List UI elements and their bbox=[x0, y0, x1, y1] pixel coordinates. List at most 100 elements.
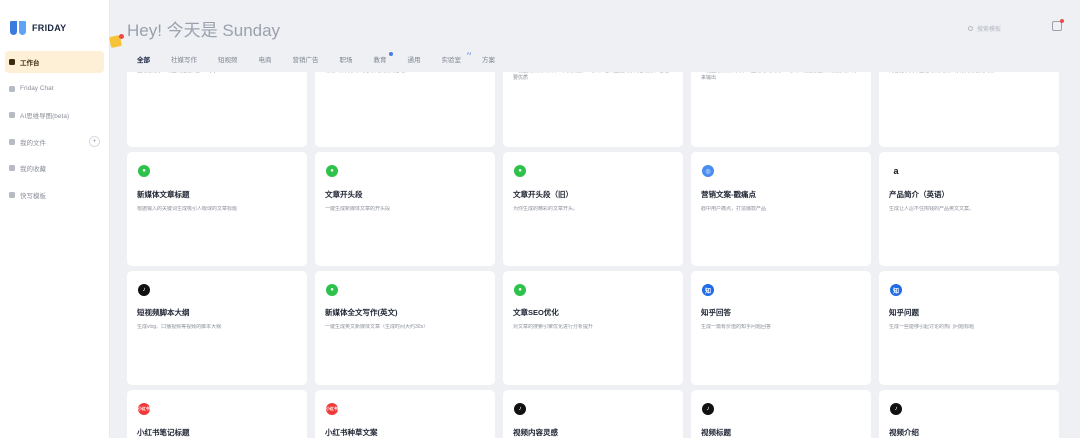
card-title: 产品简介（英语） bbox=[889, 190, 949, 199]
card-description: 为你生成的精彩的文章开头。 bbox=[513, 206, 579, 212]
search-input[interactable]: 搜索模板 bbox=[968, 22, 1032, 34]
page-greeting: Hey! 今天是 Sunday bbox=[127, 21, 281, 40]
template-card[interactable]: 生成适用于AI绘画的描述词(prompt) bbox=[127, 72, 307, 147]
sidebar-nav: 工作台 Friday Chat AI思维导图(beta) 我的文件 + 我的收藏… bbox=[0, 51, 109, 206]
template-card[interactable]: 一键生成新媒体文章（生成时间大约 30 秒）。请提前选择所需要的，再来输出 bbox=[691, 72, 871, 147]
template-card[interactable]: ● 文章开头段一键生成新媒体文章的开头段 bbox=[315, 152, 495, 266]
card-description: 生成vlog、口播视频等视频的脚本大纲 bbox=[137, 324, 222, 330]
tab-short-video[interactable]: 短视频 bbox=[218, 54, 238, 64]
template-card[interactable]: ♪ 视频介绍 bbox=[879, 390, 1059, 438]
friday-logo-icon bbox=[10, 21, 26, 35]
template-card[interactable]: 小红书小红书种草文案 bbox=[315, 390, 495, 438]
card-title: 视频标题 bbox=[701, 428, 731, 437]
template-card[interactable]: 内容提示文章主题的新文案，将有其段落式大纲 bbox=[879, 72, 1059, 147]
star-icon bbox=[9, 165, 15, 171]
tiktok-icon: ♪ bbox=[890, 403, 902, 415]
xiaohongshu-icon: 小红书 bbox=[138, 403, 150, 415]
main-content: Hey! 今天是 Sunday 搜索模板 全部 社媒写作 短视频 电商 营销广告… bbox=[110, 0, 1080, 438]
sidebar-item-label: Friday Chat bbox=[20, 85, 54, 92]
wechat-icon: ● bbox=[138, 165, 150, 177]
sidebar-item-workbench[interactable]: 工作台 bbox=[5, 51, 104, 73]
card-description: 一键生成新媒体文章（生成时间大约 30 秒）。请提前选择所需要的，再来输出 bbox=[701, 72, 857, 81]
template-card[interactable]: ♪ 视频标题 bbox=[691, 390, 871, 438]
wechat-icon: ● bbox=[514, 165, 526, 177]
card-description: 生成让人忍不住掏钱的产品英文文案。 bbox=[889, 206, 975, 212]
folder-icon bbox=[9, 138, 15, 145]
tab-lab[interactable]: 实验室 AI bbox=[442, 51, 472, 64]
card-title: 新媒体文章标题 bbox=[137, 190, 190, 199]
card-title: 新媒体全文写作(英文) bbox=[325, 308, 398, 317]
zhihu-icon: 知 bbox=[890, 284, 902, 296]
sidebar-item-label: AI思维导图(beta) bbox=[20, 113, 70, 120]
sidebar-item-templates[interactable]: 快写模板 bbox=[5, 184, 104, 206]
sidebar-item-favorites[interactable]: 我的收藏 bbox=[5, 157, 104, 179]
card-title: 文章开头段 bbox=[325, 190, 363, 199]
template-card[interactable]: ● 文章SEO优化对文章的搜索引擎优化进行分析提升 bbox=[503, 271, 683, 385]
template-card[interactable]: a 产品简介（英语） 生成让人忍不住掏钱的产品英文文案。 bbox=[879, 152, 1059, 266]
tab-social[interactable]: 社媒写作 bbox=[171, 54, 197, 64]
card-description: 一键生成新媒体文章的开头段 bbox=[325, 206, 391, 212]
home-icon bbox=[9, 59, 15, 65]
chat-icon bbox=[9, 85, 15, 92]
tiktok-icon: ♪ bbox=[514, 403, 526, 415]
sidebar: FRIDAY 工作台 Friday Chat AI思维导图(beta) 我的文件… bbox=[0, 0, 110, 438]
tiktok-icon: ♪ bbox=[138, 284, 150, 296]
tab-workplace[interactable]: 职场 bbox=[340, 54, 353, 64]
sidebar-item-friday-chat[interactable]: Friday Chat bbox=[5, 78, 104, 100]
sidebar-item-label: 工作台 bbox=[20, 60, 40, 67]
search-icon bbox=[968, 25, 973, 31]
card-description: 一键生成新媒体文章（大约需要 20 秒）。也大至提问于内容最好，已经要优质 bbox=[513, 72, 669, 81]
wechat-icon: ● bbox=[514, 284, 526, 296]
sidebar-item-mindmap[interactable]: AI思维导图(beta) bbox=[5, 104, 104, 126]
template-card[interactable]: ● 新媒体全文写作(英文) 一键生成英文新媒体文章（生成时间大约30s） bbox=[315, 271, 495, 385]
logo[interactable]: FRIDAY bbox=[0, 0, 109, 40]
template-card[interactable]: 小红书小红书笔记标题 bbox=[127, 390, 307, 438]
card-title: 营销文案-戳痛点 bbox=[701, 190, 756, 199]
tab-general[interactable]: 通用 bbox=[408, 54, 421, 64]
xiaohongshu-icon: 小红书 bbox=[326, 403, 338, 415]
card-description: 生成一些能够引起讨论的热门问题标题 bbox=[889, 324, 975, 330]
tab-all[interactable]: 全部 bbox=[137, 54, 150, 64]
template-card[interactable]: ♪ 视频内容灵感 bbox=[503, 390, 683, 438]
add-file-button[interactable]: + bbox=[89, 136, 100, 147]
sidebar-item-my-files[interactable]: 我的文件 + bbox=[5, 131, 104, 153]
card-description: 对文章的搜索引擎优化进行分析提升 bbox=[513, 324, 594, 330]
new-badge-icon bbox=[388, 52, 393, 56]
card-title: 小红书种草文案 bbox=[325, 428, 378, 437]
search-placeholder: 搜索模板 bbox=[977, 26, 1002, 33]
template-icon bbox=[9, 191, 15, 198]
tab-marketing[interactable]: 营销广告 bbox=[293, 54, 319, 64]
wechat-icon: ● bbox=[326, 284, 338, 296]
template-card[interactable]: ● 新媒体文章标题根据输入的关键词生成吸引人眼球的文章标题 bbox=[127, 152, 307, 266]
logo-text: FRIDAY bbox=[32, 23, 67, 33]
sidebar-item-label: 快写模板 bbox=[20, 192, 46, 200]
template-card[interactable]: 请说出你关于你的想象的文案内容吧！ bbox=[315, 72, 495, 147]
tab-plans[interactable]: 方案 bbox=[482, 54, 495, 64]
notification-icon[interactable] bbox=[1052, 19, 1064, 31]
wechat-icon: ● bbox=[326, 165, 338, 177]
template-card[interactable]: ◎ 营销文案-戳痛点 戳中用户痛点，打造爆款产品 bbox=[691, 152, 871, 266]
template-card[interactable]: 一键生成新媒体文章（大约需要 20 秒）。也大至提问于内容最好，已经要优质 bbox=[503, 72, 683, 147]
card-description: 戳中用户痛点，打造爆款产品 bbox=[701, 206, 767, 212]
card-title: 知乎回答 bbox=[701, 308, 731, 317]
tiktok-icon: ♪ bbox=[702, 403, 714, 415]
card-title: 文章开头段（旧） bbox=[513, 190, 573, 199]
card-title: 视频介绍 bbox=[889, 428, 919, 437]
sidebar-item-label: 我的收藏 bbox=[20, 166, 46, 173]
template-card[interactable]: ♪ 短视频脚本大纲 生成vlog、口播视频等视频的脚本大纲 bbox=[127, 271, 307, 385]
template-card[interactable]: 知知乎回答 生成一篇有价值的知乎问题回答 bbox=[691, 271, 871, 385]
tab-ecommerce[interactable]: 电商 bbox=[259, 54, 272, 64]
card-title: 视频内容灵感 bbox=[513, 428, 558, 437]
ai-badge: AI bbox=[466, 51, 471, 56]
card-description: 根据输入的关键词生成吸引人眼球的文章标题 bbox=[137, 206, 238, 212]
zhihu-icon: 知 bbox=[702, 284, 714, 296]
sidebar-item-label: 我的文件 bbox=[20, 139, 46, 147]
mindmap-icon bbox=[9, 112, 15, 118]
card-description: 内容提示文章主题的新文案，将有其段落式大纲 bbox=[889, 72, 1049, 75]
template-card[interactable]: 知知乎问题 生成一些能够引起讨论的热门问题标题 bbox=[879, 271, 1059, 385]
category-tabs: 全部 社媒写作 短视频 电商 营销广告 职场 教育 通用 实验室 AI 方案 bbox=[137, 51, 516, 64]
card-title: 文章SEO优化 bbox=[513, 308, 559, 317]
card-title: 小红书笔记标题 bbox=[137, 428, 190, 437]
template-card[interactable]: ● 文章开头段（旧） 为你生成的精彩的文章开头。 bbox=[503, 152, 683, 266]
tab-education[interactable]: 教育 bbox=[374, 52, 393, 64]
